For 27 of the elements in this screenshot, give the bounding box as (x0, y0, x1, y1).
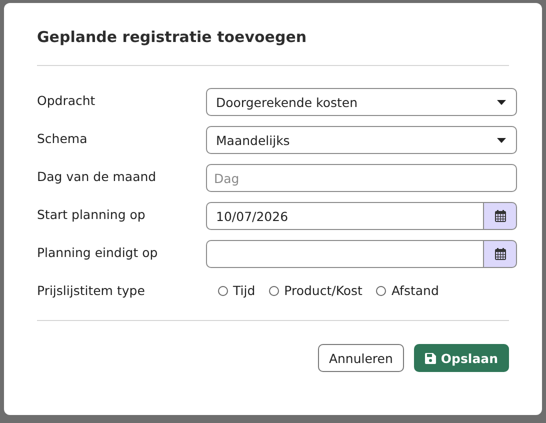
radio-button[interactable] (218, 286, 228, 296)
radio-button[interactable] (376, 286, 386, 296)
save-button[interactable]: Opslaan (414, 344, 509, 372)
input-field[interactable]: Dag (206, 164, 517, 192)
radio-option[interactable]: Tijd (218, 283, 256, 298)
save-icon (424, 352, 436, 364)
radio-option[interactable]: Afstand (376, 283, 439, 298)
caret-icon (497, 100, 506, 104)
dialog-title: Geplande registratie toevoegen (36, 27, 308, 48)
calendar-icon (494, 210, 506, 222)
dropdown[interactable]: Maandelijks (206, 126, 517, 154)
calendar-button[interactable] (483, 240, 517, 268)
radio-option[interactable]: Product/Kost (269, 283, 362, 298)
field-label: Schema (37, 130, 88, 146)
field-label: Planning eindigt op (37, 244, 159, 260)
calendar-button[interactable] (483, 202, 517, 230)
dropdown[interactable]: Doorgerekende kosten (206, 88, 517, 116)
field-label: Start planning op (37, 206, 146, 222)
cancel-button[interactable]: Annuleren (318, 344, 404, 372)
caret-icon (497, 138, 506, 142)
date-field[interactable]: 10/07/2026 (206, 202, 483, 230)
field-label: Dag van de maand (37, 168, 158, 184)
field-label: Prijslijstitem type (37, 282, 146, 298)
date-field[interactable] (206, 240, 483, 268)
radio-button[interactable] (269, 286, 280, 296)
field-label: Opdracht (37, 92, 96, 108)
calendar-icon (494, 248, 506, 260)
